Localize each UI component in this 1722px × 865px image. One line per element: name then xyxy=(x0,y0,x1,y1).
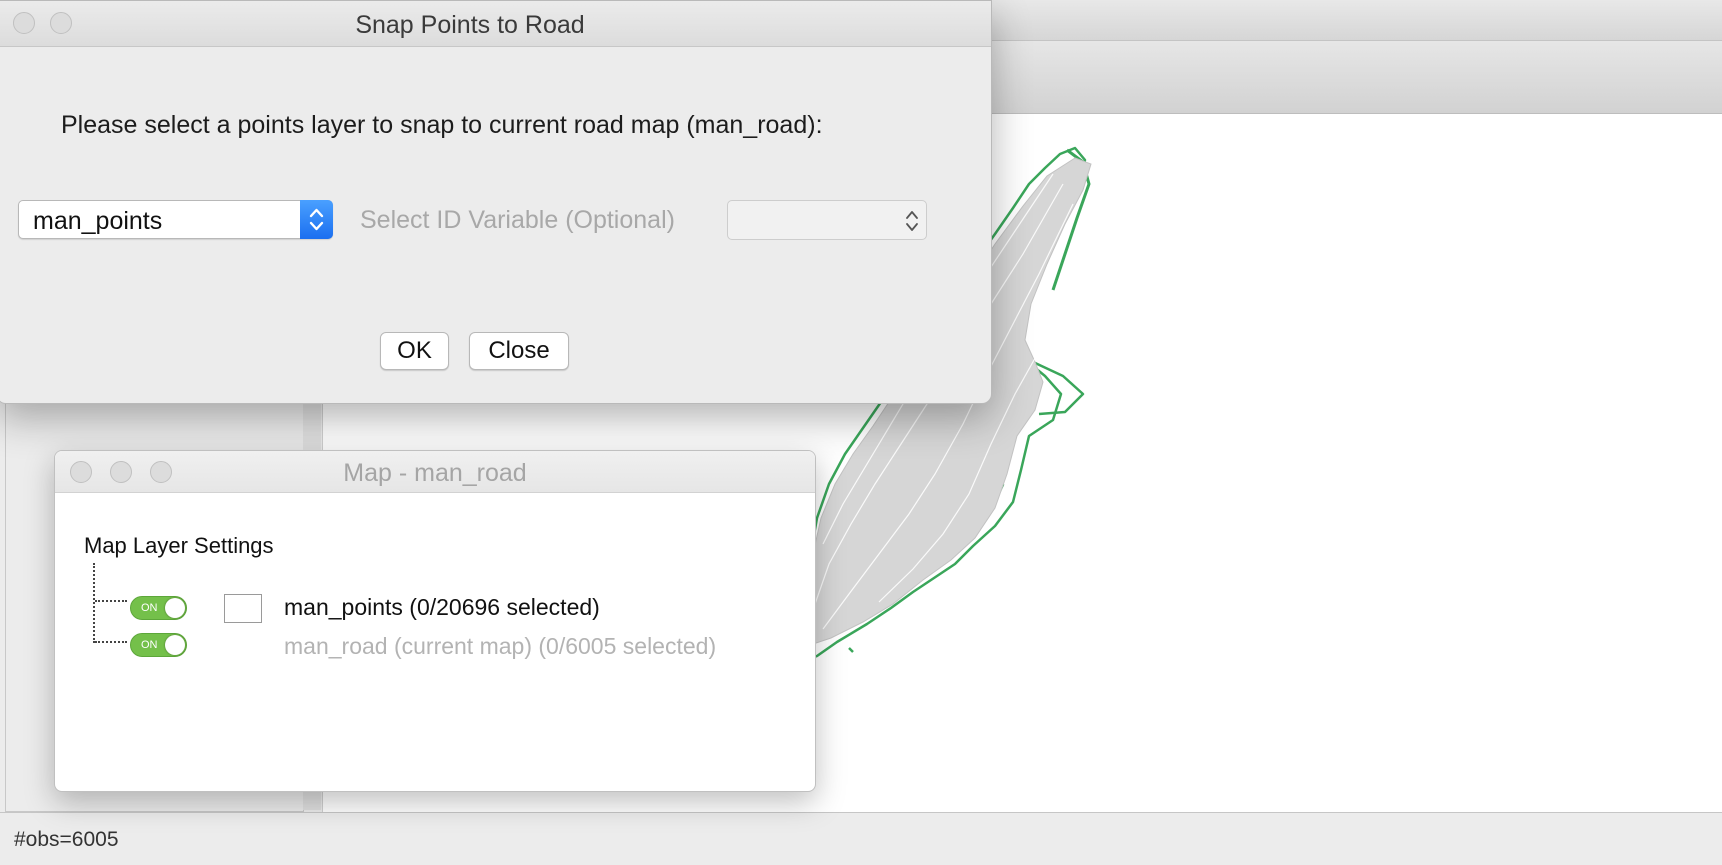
points-layer-color-swatch[interactable] xyxy=(224,594,262,623)
tree-connector xyxy=(93,563,95,643)
points-layer-select-value: man_points xyxy=(33,207,163,235)
toggle-knob xyxy=(165,635,185,655)
select-arrows-icon xyxy=(905,209,919,233)
road-layer-toggle[interactable]: ON xyxy=(130,633,187,657)
snap-prompt-text: Please select a points layer to snap to … xyxy=(61,111,823,139)
select-arrows-icon xyxy=(300,200,333,239)
toggle-knob xyxy=(165,598,185,618)
layer-window-titlebar: Map - man_road xyxy=(55,451,815,493)
toggle-on-label: ON xyxy=(141,602,158,614)
map-layer-settings-window: Map - man_road Map Layer Settings ON man… xyxy=(54,450,816,792)
points-layer-select[interactable]: man_points xyxy=(18,200,333,239)
id-variable-label: Select ID Variable (Optional) xyxy=(360,206,675,234)
dialog-titlebar: Snap Points to Road xyxy=(0,1,991,47)
dialog-title: Snap Points to Road xyxy=(355,11,585,39)
points-layer-label[interactable]: man_points (0/20696 selected) xyxy=(284,594,600,621)
tree-connector xyxy=(95,641,127,643)
road-layer-label[interactable]: man_road (current map) (0/6005 selected) xyxy=(284,633,716,660)
layer-window-title: Map - man_road xyxy=(343,459,527,487)
map-layer-settings-heading: Map Layer Settings xyxy=(84,533,274,558)
obs-count: #obs=6005 xyxy=(14,828,119,851)
status-bar: #obs=6005 xyxy=(0,812,1722,865)
toggle-on-label: ON xyxy=(141,639,158,651)
ok-button[interactable]: OK xyxy=(380,332,449,370)
points-layer-toggle[interactable]: ON xyxy=(130,596,187,620)
close-button[interactable]: Close xyxy=(469,332,569,370)
tree-connector xyxy=(95,600,127,602)
snap-points-dialog: Snap Points to Road Please select a poin… xyxy=(0,0,992,404)
id-variable-select[interactable] xyxy=(727,200,927,240)
